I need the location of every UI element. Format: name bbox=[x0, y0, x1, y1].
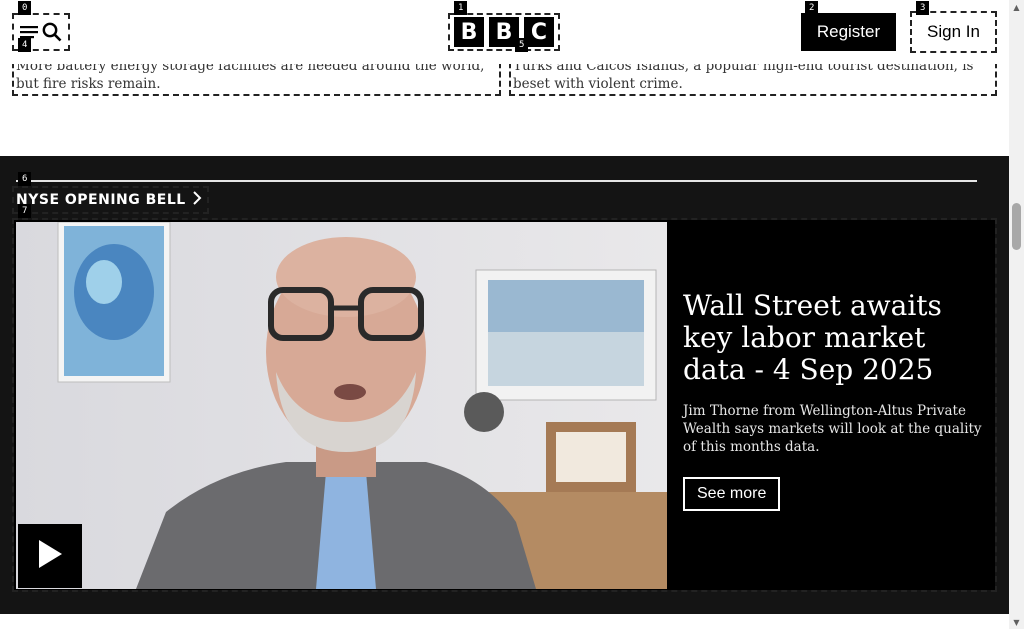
logo-letter: C bbox=[524, 17, 554, 47]
annotation-label: 1 bbox=[454, 1, 468, 15]
see-more-button[interactable]: See more bbox=[683, 477, 781, 511]
annotation-label: 7 bbox=[18, 204, 32, 218]
section-divider bbox=[16, 180, 977, 182]
card-headline[interactable]: Wall Street awaits key labor market data… bbox=[683, 290, 983, 386]
sign-in-button[interactable]: Sign In bbox=[910, 11, 997, 53]
scroll-up-arrow-icon[interactable]: ▲ bbox=[1009, 0, 1024, 14]
scroll-down-arrow-icon[interactable]: ▼ bbox=[1009, 615, 1024, 629]
bbc-logo[interactable]: B B C bbox=[448, 13, 560, 51]
play-button[interactable] bbox=[18, 524, 82, 588]
section-title: NYSE OPENING BELL bbox=[16, 192, 186, 208]
annotation-label: 5 bbox=[515, 38, 529, 52]
card-summary: Jim Thorne from Wellington-Altus Private… bbox=[683, 403, 982, 455]
card-text-block: Wall Street awaits key labor market data… bbox=[683, 290, 983, 511]
annotation-label: 0 bbox=[18, 1, 32, 15]
page-bottom-strip bbox=[0, 614, 1009, 629]
logo-letter: B bbox=[454, 17, 484, 47]
page-scrollbar[interactable]: ▲ ▼ bbox=[1009, 0, 1024, 629]
play-icon bbox=[37, 539, 63, 573]
site-header: B B C Register Sign In bbox=[0, 0, 1009, 64]
annotation-label: 6 bbox=[18, 172, 32, 186]
video-card[interactable]: Wall Street awaits key labor market data… bbox=[12, 218, 997, 592]
section-title-link[interactable]: NYSE OPENING BELL bbox=[16, 188, 202, 212]
register-button[interactable]: Register bbox=[801, 13, 896, 51]
chevron-right-icon bbox=[192, 191, 202, 209]
scrollbar-thumb[interactable] bbox=[1012, 203, 1021, 250]
video-thumbnail[interactable] bbox=[16, 222, 667, 589]
annotation-label: 3 bbox=[916, 1, 930, 15]
annotation-label: 2 bbox=[805, 1, 819, 15]
annotation-label: 4 bbox=[18, 38, 32, 52]
search-icon bbox=[42, 22, 62, 42]
